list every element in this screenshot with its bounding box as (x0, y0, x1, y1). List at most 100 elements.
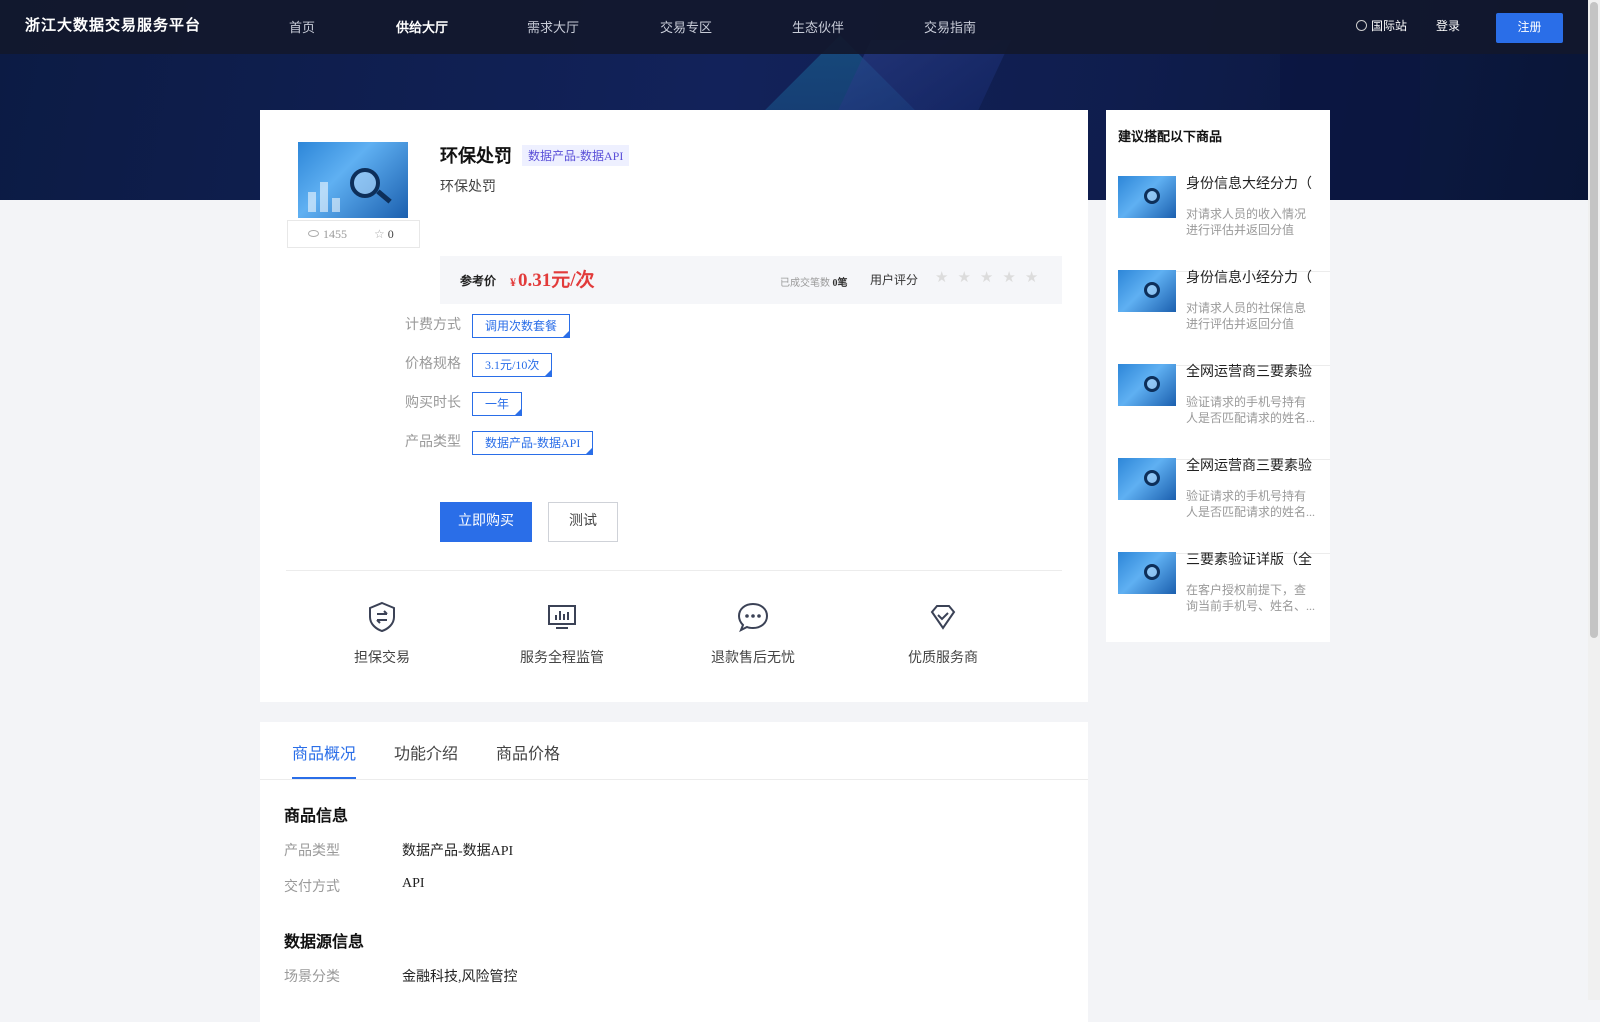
chat-bubble-icon (737, 602, 769, 633)
magnifier-icon (1144, 470, 1160, 486)
thumbnail-bar (320, 182, 328, 212)
page-scrollbar[interactable] (1588, 0, 1600, 1000)
tab-features[interactable]: 功能介绍 (394, 740, 458, 764)
recommendation-thumbnail (1118, 458, 1176, 500)
rating-stars: ★★★★★ (935, 268, 1047, 287)
option-spec-button[interactable]: 3.1元/10次 (472, 353, 553, 377)
recommendation-item[interactable]: 三要素验证详版（全 在客户授权前提下，查询当前手机号、姓名、... (1118, 552, 1330, 642)
divider (286, 570, 1062, 571)
service-quality-provider: 优质服务商 (906, 600, 980, 667)
favorite-count-value: 0 (387, 227, 394, 241)
rating-label: 用户评分 (870, 273, 919, 287)
magnifier-handle (376, 189, 392, 204)
option-label-spec: 价格规格 (405, 357, 461, 372)
nav-home[interactable]: 首页 (289, 17, 315, 36)
intl-label: 国际站 (1371, 19, 1408, 33)
info-value-delivery: API (402, 876, 425, 891)
top-navbar: 浙江大数据交易服务平台 首页 供给大厅 需求大厅 交易专区 生态伙伴 交易指南 … (0, 0, 1600, 54)
view-count: 1455 (308, 227, 347, 242)
currency-symbol: ¥ (510, 275, 516, 289)
nav-demand-hall[interactable]: 需求大厅 (527, 17, 579, 36)
price-panel: 参考价 ¥0.31元/次 已成交笔数 0笔 用户评分 ★★★★★ (440, 256, 1062, 304)
recommendation-item[interactable]: 身份信息小经分力（ 对请求人员的社保信息进行评估并返回分值 (1118, 270, 1330, 366)
magnifier-icon (1144, 564, 1160, 580)
star-icon: ★ (979, 270, 1003, 286)
international-site-link[interactable]: 国际站 (1356, 17, 1407, 34)
star-icon: ★ (1002, 270, 1025, 286)
recommendation-thumbnail (1118, 364, 1176, 406)
diamond-check-icon (930, 605, 956, 630)
recommendation-desc: 对请求人员的收入情况进行评估并返回分值 (1186, 207, 1307, 237)
nav-trade-zone[interactable]: 交易专区 (660, 17, 712, 36)
recommendation-title: 建议搭配以下商品 (1118, 129, 1223, 144)
recommendation-desc: 对请求人员的社保信息进行评估并返回分值 (1186, 301, 1307, 331)
recommendation-item[interactable]: 全网运营商三要素验 验证请求的手机号持有人是否匹配请求的姓名... (1118, 458, 1330, 554)
eye-icon (308, 230, 319, 237)
thumbnail-bar (332, 198, 340, 212)
product-subtitle: 环保处罚 (440, 180, 496, 195)
option-duration-button[interactable]: 一年 (472, 392, 523, 416)
recommendation-name: 全网运营商三要素验 (1186, 459, 1312, 474)
star-outline-icon: ☆ (374, 227, 385, 241)
info-label-delivery: 交付方式 (284, 880, 340, 895)
sold-count-value: 0笔 (832, 278, 848, 289)
product-info-card: 商品概况 功能介绍 商品价格 商品信息 产品类型 数据产品-数据API 交付方式… (260, 722, 1088, 1022)
test-button[interactable]: 测试 (548, 502, 618, 542)
magnifier-icon (350, 168, 380, 198)
service-label: 退款售后无忧 (711, 651, 795, 666)
info-value-scene: 金融科技,风险管控 (402, 970, 518, 985)
section-title-product-info: 商品信息 (284, 808, 349, 825)
sold-label: 已成交笔数 (780, 278, 830, 289)
thumbnail-bar (308, 192, 316, 212)
globe-icon (1356, 20, 1367, 31)
star-icon: ★ (957, 270, 980, 286)
site-logo[interactable]: 浙江大数据交易服务平台 (25, 14, 201, 35)
magnifier-icon (1144, 282, 1160, 298)
recommendation-item[interactable]: 全网运营商三要素验 验证请求的手机号持有人是否匹配请求的姓名... (1118, 364, 1330, 460)
service-monitoring: 服务全程监管 (514, 600, 610, 667)
recommendation-panel: 建议搭配以下商品 身份信息大经分力（ 对请求人员的收入情况进行评估并返回分值 身… (1106, 110, 1330, 642)
monitor-chart-icon (548, 605, 576, 629)
magnifier-icon (1144, 188, 1160, 204)
info-label-product-type: 产品类型 (284, 844, 340, 859)
recommendation-name: 身份信息小经分力（ (1186, 271, 1312, 286)
tab-divider (260, 779, 1088, 780)
buy-now-button[interactable]: 立即购买 (440, 502, 532, 542)
product-detail-card: 1455 ☆ 0 环保处罚 数据产品-数据API 环保处罚 参考价 ¥0.31元/… (260, 110, 1088, 702)
recommendation-item[interactable]: 身份信息大经分力（ 对请求人员的收入情况进行评估并返回分值 (1118, 176, 1330, 272)
nav-partners[interactable]: 生态伙伴 (792, 17, 844, 36)
option-label-billing: 计费方式 (405, 318, 461, 333)
magnifier-icon (1144, 376, 1160, 392)
recommendation-name: 身份信息大经分力（ (1186, 177, 1312, 192)
register-button[interactable]: 注册 (1496, 13, 1563, 43)
option-billing-button[interactable]: 调用次数套餐 (472, 314, 571, 338)
product-category-tag: 数据产品-数据API (522, 145, 630, 166)
recommendation-desc: 在客户授权前提下，查询当前手机号、姓名、... (1186, 583, 1316, 613)
favorite-count[interactable]: ☆ 0 (374, 227, 394, 242)
tab-overview[interactable]: 商品概况 (292, 740, 356, 764)
service-label: 担保交易 (354, 651, 410, 666)
price-amount: 0.31元/次 (518, 270, 595, 291)
nav-guide[interactable]: 交易指南 (924, 17, 976, 36)
recommendation-desc: 验证请求的手机号持有人是否匹配请求的姓名... (1186, 489, 1316, 519)
recommendation-thumbnail (1118, 270, 1176, 312)
service-label: 服务全程监管 (520, 651, 604, 666)
info-value-product-type: 数据产品-数据API (402, 844, 514, 859)
service-guarantee: 担保交易 (352, 600, 412, 667)
price-value: ¥0.31元/次 (510, 265, 595, 292)
service-refund: 退款售后无忧 (710, 600, 796, 667)
login-link[interactable]: 登录 (1436, 17, 1460, 34)
sold-count: 已成交笔数 0笔 (780, 274, 848, 289)
shield-exchange-icon (369, 601, 395, 633)
product-title: 环保处罚 (440, 146, 512, 166)
price-label: 参考价 (460, 274, 497, 288)
nav-supply-hall[interactable]: 供给大厅 (396, 17, 448, 36)
tab-pricing[interactable]: 商品价格 (496, 740, 560, 764)
recommendation-desc: 验证请求的手机号持有人是否匹配请求的姓名... (1186, 395, 1316, 425)
star-icon: ★ (935, 270, 958, 286)
option-label-duration: 购买时长 (405, 396, 461, 411)
star-icon: ★ (1024, 270, 1048, 286)
section-title-data-source: 数据源信息 (284, 934, 365, 951)
option-type-button[interactable]: 数据产品-数据API (472, 431, 594, 455)
scrollbar-thumb[interactable] (1590, 2, 1598, 638)
